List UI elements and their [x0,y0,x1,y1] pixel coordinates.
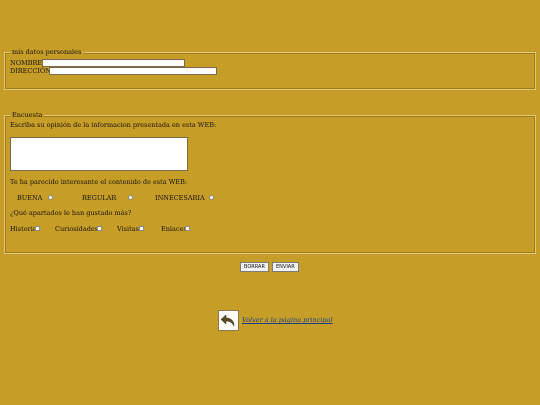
checkbox-historia[interactable] [35,226,40,231]
radio-label-buena: BUENA [17,194,43,202]
interest-question: Te ha parecido interesante el contenido … [10,178,188,186]
checkbox-label-visitas: Visitas [117,225,139,233]
address-label: DIRECCIÓN: [10,67,53,75]
survey-legend: Encuesta [10,111,45,120]
radio-regular[interactable] [128,195,133,200]
personal-data-legend: mis datos personales [10,48,84,57]
back-arrow-icon[interactable] [218,310,239,331]
checkbox-curiosidades[interactable] [97,226,102,231]
checkbox-label-curiosidades: Curiosidades [55,225,99,233]
back-to-home-link[interactable]: Volver a la página principal [242,316,333,324]
comment-textarea[interactable] [10,137,188,171]
radio-label-regular: REGULAR [82,194,117,202]
radio-label-innecesaria: INNECESARIA [155,194,205,202]
checkbox-visitas[interactable] [139,226,144,231]
radio-buena[interactable] [48,195,53,200]
sections-question: ¿Qué apartados le han gustado más? [10,209,132,217]
checkbox-enlaces[interactable] [185,226,190,231]
comment-prompt: Escriba su opinión de la informacion pre… [10,121,217,129]
name-field[interactable] [42,59,185,67]
checkbox-label-historia: Historia [10,225,37,233]
reset-button[interactable]: BORRAR [240,262,269,272]
address-field[interactable] [49,67,217,75]
checkbox-label-enlaces: Enlaces [161,225,187,233]
radio-innecesaria[interactable] [209,195,214,200]
submit-button[interactable]: ENVIAR [272,262,299,272]
